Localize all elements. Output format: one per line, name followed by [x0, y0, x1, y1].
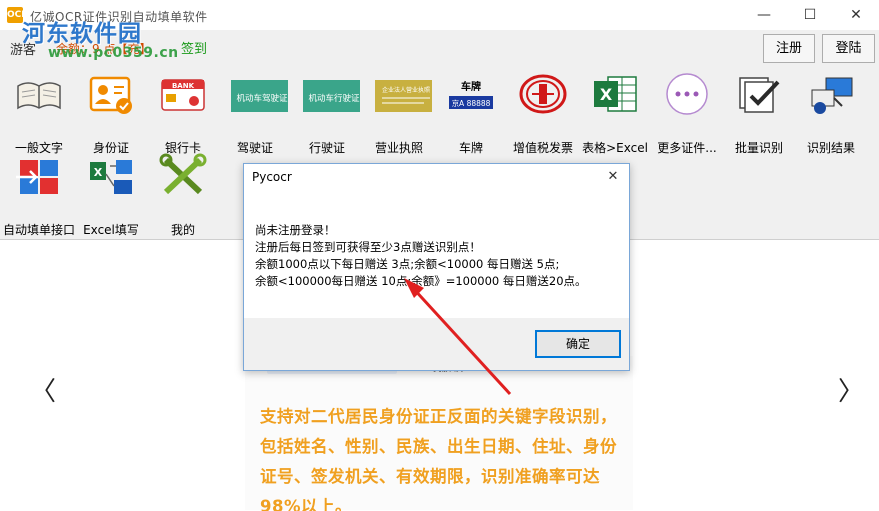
license-plate-icon: 车牌 京A 88888: [449, 80, 493, 109]
driver-license-icon: 机动车驾驶证: [231, 80, 288, 112]
plate-title: 车牌: [461, 80, 481, 93]
business-license-icon: 企业法人营业执照: [375, 80, 432, 112]
result-icon: [811, 77, 853, 114]
tool-excel-table[interactable]: X 表格>Excel: [578, 64, 652, 155]
signin-link[interactable]: 签到: [181, 38, 207, 57]
id-card-icon: [89, 76, 132, 114]
plate-number: 京A 88888: [452, 98, 491, 108]
bank-text: BANK: [172, 82, 195, 90]
dialog-close-icon[interactable]: ✕: [602, 166, 624, 188]
tool-batch-recognition[interactable]: 批量识别: [722, 64, 796, 155]
next-arrow-icon[interactable]: 〉: [838, 371, 864, 408]
notice-dialog: Pycocr ✕ 尚未注册登录！ 注册后每日签到可获得至少3点赠送识别点！ 余额…: [243, 163, 630, 371]
tool-more-documents[interactable]: 更多证件...: [650, 64, 724, 155]
ok-button[interactable]: 确定: [535, 330, 621, 358]
tool-label: 我的: [170, 223, 195, 237]
prev-arrow-icon[interactable]: 〈: [30, 371, 56, 408]
message-line: 余额1000点以下每日赠送 3点;余额<10000 每日赠送 5点;: [255, 257, 560, 271]
tool-id-card[interactable]: 身份证: [74, 64, 148, 155]
tools-icon: [159, 153, 207, 195]
tool-bank-card[interactable]: BANK 银行卡: [146, 64, 220, 155]
tool-excel-fill[interactable]: X Excel填写: [74, 146, 148, 237]
excel-fill-icon: X: [90, 160, 132, 194]
maximize-button[interactable]: ☐: [787, 0, 833, 30]
tax-invoice-icon: [519, 74, 567, 114]
dialog-title-bar: Pycocr ✕: [244, 164, 629, 190]
message-line: 尚未注册登录！: [255, 223, 336, 237]
tool-general-text[interactable]: 一般文字: [2, 64, 76, 155]
register-button[interactable]: 注册: [763, 34, 815, 63]
banner-description: 支持对二代居民身份证正反面的关键字段识别，包括姓名、性别、民族、出生日期、住址、…: [260, 407, 617, 511]
tool-business-license[interactable]: 企业法人营业执照 营业执照: [362, 64, 436, 155]
autofill-icon: [16, 160, 58, 194]
tool-my-account[interactable]: 我的: [146, 146, 220, 237]
vehicle-license-icon: 机动车行驶证: [303, 80, 360, 112]
watermark-url: www.pc0359.cn: [48, 45, 179, 61]
tool-tax-invoice[interactable]: 增值税发票: [506, 64, 580, 155]
more-icon: [666, 73, 708, 115]
excel-letter: X: [600, 85, 613, 104]
dialog-title: Pycocr: [252, 170, 292, 184]
close-button[interactable]: ✕: [833, 0, 879, 30]
business-license-text: 企业法人营业执照: [382, 86, 430, 94]
batch-icon: [739, 77, 780, 113]
bank-card-icon: BANK: [161, 79, 205, 111]
minimize-button[interactable]: —: [741, 0, 787, 30]
login-button[interactable]: 登陆: [822, 34, 875, 63]
app-icon: OCR: [7, 7, 28, 23]
tool-label: 识别结果: [806, 141, 855, 155]
excel-letter-small: X: [94, 166, 103, 179]
vehicle-license-text: 机动车行驶证: [308, 93, 360, 104]
tool-license-plate[interactable]: 车牌 京A 88888 车牌: [434, 64, 508, 155]
message-line: 余额<100000每日赠送 10点;余额》=100000 每日赠送20点。: [255, 274, 587, 288]
watermark-logo: 河东软件园: [22, 21, 142, 47]
tool-vehicle-license[interactable]: 机动车行驶证 行驶证: [290, 64, 364, 155]
book-icon: [17, 82, 61, 110]
tool-driver-license[interactable]: 机动车驾驶证 驾驶证: [218, 64, 292, 155]
tool-autofill-interface[interactable]: 自动填单接口: [2, 146, 76, 237]
dialog-message: 尚未注册登录！ 注册后每日签到可获得至少3点赠送识别点！ 余额1000点以下每日…: [244, 190, 629, 318]
excel-icon: X: [594, 76, 637, 112]
message-line: 注册后每日签到可获得至少3点赠送识别点！: [255, 240, 481, 254]
driver-license-text: 机动车驾驶证: [236, 93, 288, 104]
tool-recognition-results[interactable]: 识别结果: [794, 64, 868, 155]
feature-banner: 民族 汉 支持对二代居民身份证正反面的关键字段识别，包括姓名、性别、民族、出生日…: [245, 356, 633, 511]
